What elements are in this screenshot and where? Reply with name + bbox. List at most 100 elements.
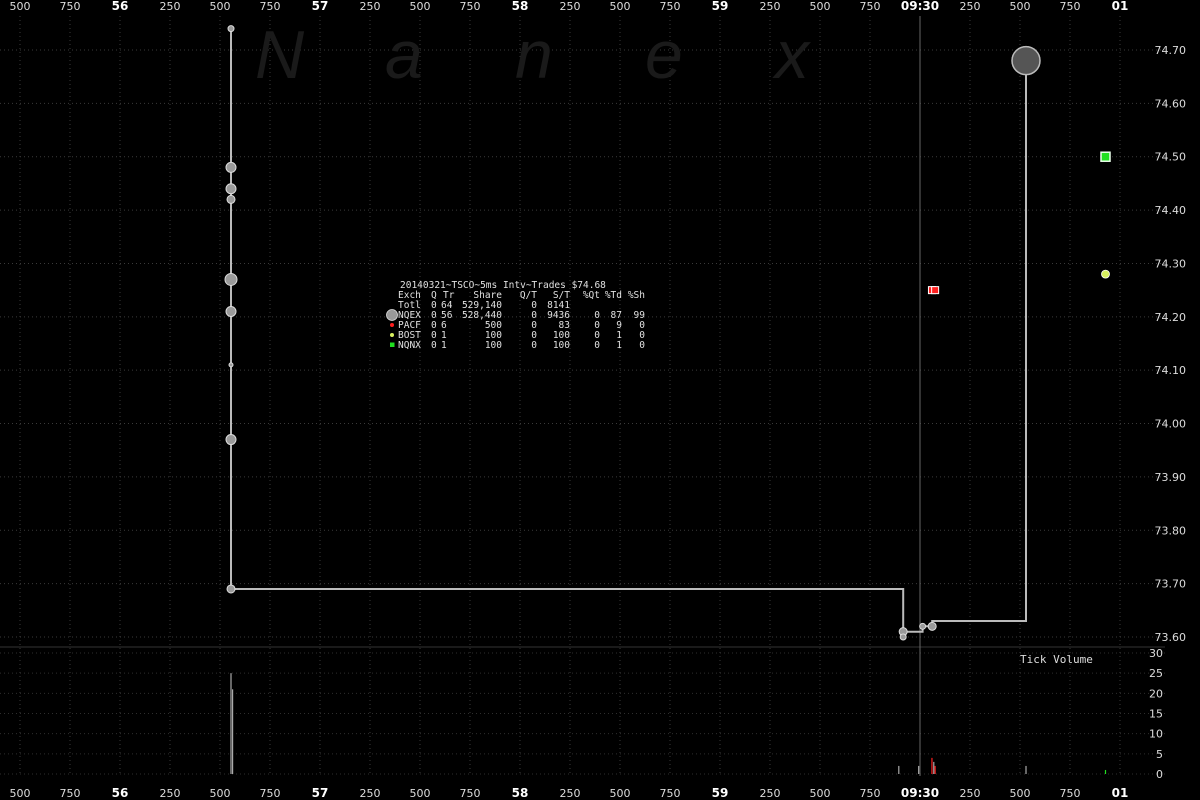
x-tick-label-top: 250: [960, 0, 981, 13]
x-tick-label-top: 750: [260, 0, 281, 13]
watermark-letter: x: [772, 17, 811, 93]
price-tick-label: 73.60: [1155, 631, 1187, 644]
x-tick-label-top: 250: [760, 0, 781, 13]
price-tick-label: 73.70: [1155, 578, 1187, 591]
x-tick-label-top: 750: [460, 0, 481, 13]
x-tick-label-bottom: 500: [610, 787, 631, 800]
trade-marker-pacf: [931, 286, 940, 295]
trade-marker-nqex: [228, 362, 234, 368]
watermark-letter: e: [645, 17, 683, 93]
x-tick-label-bottom: 750: [860, 787, 881, 800]
x-tick-label-top: 500: [810, 0, 831, 13]
stats-table: 20140321~TSCO~5ms Intv~Trades $74.68Exch…: [386, 280, 645, 351]
watermark-letter: n: [515, 17, 553, 93]
x-tick-label-bottom: 500: [810, 787, 831, 800]
price-tick-label: 74.20: [1155, 311, 1187, 324]
volume-tick-label: 15: [1149, 708, 1163, 721]
stats-cell: 1: [441, 340, 447, 351]
stats-cell: NQNX: [398, 340, 421, 351]
x-tick-label-top: 250: [160, 0, 181, 13]
watermark-letter: a: [385, 17, 423, 93]
x-tick-label-bottom: 59: [712, 786, 729, 800]
x-tick-label-top: 500: [10, 0, 31, 13]
price-tick-label: 74.10: [1155, 364, 1187, 377]
trade-marker-nqex: [919, 622, 927, 630]
stats-cell: 0: [639, 340, 645, 351]
stats-header-cell: %Sh: [628, 290, 645, 301]
x-tick-label-bottom: 250: [760, 787, 781, 800]
trade-marker-nqex-large: [1011, 45, 1041, 76]
x-tick-label-top: 750: [660, 0, 681, 13]
stats-header-cell: %Td: [605, 290, 622, 301]
trade-marker-nqex: [226, 584, 236, 594]
x-tick-label-top: 500: [1010, 0, 1031, 13]
x-tick-label-top: 56: [112, 0, 129, 13]
price-tick-label: 74.30: [1155, 257, 1187, 270]
x-tick-label-top: 57: [312, 0, 329, 13]
x-tick-label-top: 750: [1060, 0, 1081, 13]
x-tick-label-top: 250: [360, 0, 381, 13]
price-step-line: [230, 28, 1027, 633]
trade-markers: [224, 25, 1111, 641]
watermark-letter: N: [255, 17, 305, 93]
price-tick-label: 73.90: [1155, 471, 1187, 484]
x-tick-label-top: 500: [410, 0, 431, 13]
trade-marker-nqex: [225, 161, 237, 173]
x-tick-label-bottom: 09:30: [901, 786, 939, 800]
x-tick-label-top: 500: [610, 0, 631, 13]
x-tick-label-bottom: 58: [512, 786, 529, 800]
stats-legend-dot-icon: [390, 323, 394, 327]
x-tick-label-bottom: 250: [560, 787, 581, 800]
volume-tick-label: 0: [1156, 768, 1163, 781]
trade-marker-nqex: [899, 633, 907, 641]
trade-marker-nqex: [927, 621, 937, 631]
stats-cell: 0: [431, 340, 437, 351]
x-tick-label-top: 09:30: [901, 0, 939, 13]
stats-cell: 100: [553, 340, 570, 351]
x-tick-label-bottom: 750: [460, 787, 481, 800]
volume-bars: [230, 673, 1107, 774]
x-tick-label-top: 59: [712, 0, 729, 13]
x-tick-label-bottom: 56: [112, 786, 129, 800]
stats-legend-nqex-icon: [386, 309, 398, 321]
x-tick-label-bottom: 01: [1112, 786, 1129, 800]
price-tick-label: 74.00: [1155, 418, 1187, 431]
nanex-watermark: Na n e x: [255, 17, 811, 93]
trade-marker-bost: [1101, 269, 1110, 279]
x-tick-label-top: 250: [560, 0, 581, 13]
x-tick-label-bottom: 500: [10, 787, 31, 800]
trade-marker-nqex: [226, 194, 236, 204]
volume-tick-label: 25: [1149, 667, 1163, 680]
trade-marker-nqex: [224, 272, 238, 286]
trade-marker-nqnx: [1100, 151, 1111, 162]
trade-marker-nqex: [225, 434, 237, 446]
grid: [0, 16, 1165, 776]
tick-volume-label: Tick Volume: [1020, 653, 1093, 666]
x-tick-label-top: 750: [60, 0, 81, 13]
x-tick-label-bottom: 500: [410, 787, 431, 800]
stats-header-cell: %Qt: [583, 290, 600, 301]
volume-tick-label: 10: [1149, 728, 1163, 741]
stats-cell: 0: [594, 340, 600, 351]
trade-marker-nqex: [225, 305, 237, 317]
stats-legend-square-icon: [390, 342, 395, 347]
stats-legend-dot-icon: [390, 333, 394, 337]
stats-cell: 0: [531, 340, 537, 351]
x-tick-label-bottom: 750: [60, 787, 81, 800]
axes: 5005007507505656250250500500750750575725…: [10, 0, 1187, 800]
trade-marker-nqex: [225, 183, 237, 195]
volume-tick-label: 20: [1149, 687, 1163, 700]
x-tick-label-bottom: 57: [312, 786, 329, 800]
x-tick-label-top: 500: [210, 0, 231, 13]
price-tick-label: 74.50: [1155, 151, 1187, 164]
price-tick-label: 74.60: [1155, 97, 1187, 110]
x-tick-label-bottom: 500: [210, 787, 231, 800]
price-tick-label: 74.40: [1155, 204, 1187, 217]
x-tick-label-bottom: 250: [360, 787, 381, 800]
x-tick-label-bottom: 250: [160, 787, 181, 800]
price-path: [230, 28, 1027, 633]
stats-cell: 1: [616, 340, 622, 351]
x-tick-label-bottom: 750: [260, 787, 281, 800]
x-tick-label-bottom: 750: [1060, 787, 1081, 800]
price-tick-label: 74.70: [1155, 44, 1187, 57]
